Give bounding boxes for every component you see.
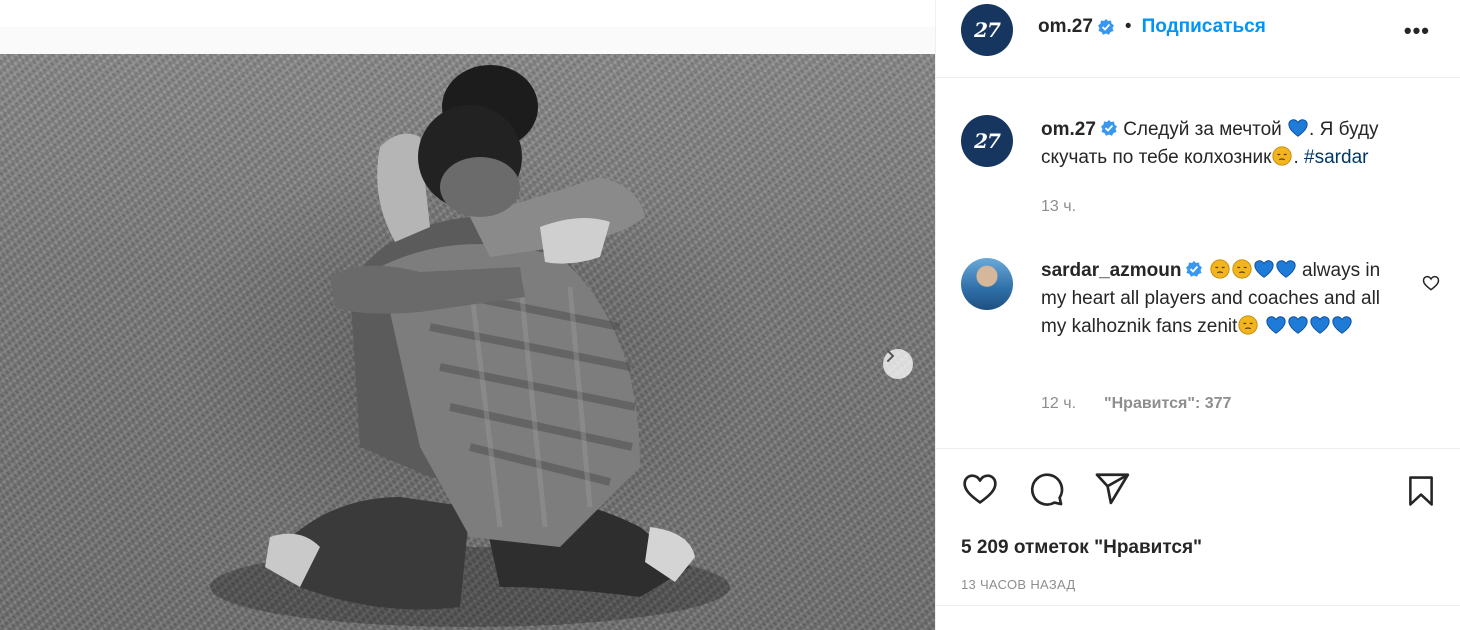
share-icon[interactable] (1093, 470, 1131, 508)
avatar[interactable] (961, 258, 1013, 310)
post-header: 27 om.27 • Подписаться ••• (936, 0, 1460, 78)
chevron-right-icon (887, 350, 895, 362)
blue-heart-emoji (1254, 260, 1274, 278)
avatar-logo-text: 27 (974, 129, 1001, 153)
comment-likes-link[interactable]: "Нравится": 377 (1104, 395, 1231, 413)
heart-icon[interactable] (961, 470, 999, 508)
comment-username[interactable]: sardar_azmoun (1041, 260, 1181, 281)
pensive-face-emoji (1232, 259, 1252, 279)
bookmark-icon[interactable] (1404, 472, 1438, 510)
blue-heart-emoji (1266, 316, 1286, 334)
pensive-face-emoji (1272, 146, 1293, 166)
verified-badge-icon (1097, 19, 1114, 35)
caption-username[interactable]: om.27 (1041, 119, 1096, 140)
follow-button[interactable]: Подписаться (1142, 16, 1266, 38)
blue-heart-emoji (1288, 316, 1308, 334)
more-options-button[interactable]: ••• (1404, 18, 1430, 44)
header-user-line: om.27 • Подписаться (1038, 16, 1266, 38)
photo-top-strip (0, 27, 935, 54)
separator-bullet: • (1124, 16, 1132, 37)
comment-timestamp[interactable]: 12 ч. (1041, 395, 1076, 413)
post-photo (0, 27, 935, 630)
comment-icon[interactable] (1027, 470, 1065, 508)
caption-text-part: . (1293, 147, 1305, 168)
blue-heart-emoji (1310, 316, 1330, 334)
hashtag-link[interactable]: #sardar (1304, 147, 1368, 168)
avatar[interactable]: 27 (961, 115, 1013, 167)
caption-text-part: Следуй за мечтой (1123, 119, 1282, 140)
avatar[interactable]: 27 (961, 4, 1013, 56)
photo-illustration (210, 65, 730, 627)
blue-heart-emoji (1332, 316, 1352, 334)
comment-text: sardar_azmoun always in my heart all pla… (1041, 257, 1401, 341)
blue-heart-emoji (1276, 260, 1296, 278)
pensive-face-emoji (1238, 315, 1259, 335)
caption-timestamp[interactable]: 13 ч. (1041, 198, 1076, 216)
pensive-face-emoji (1210, 259, 1230, 279)
heart-icon[interactable] (1421, 273, 1441, 293)
divider (936, 605, 1460, 606)
post-side-panel: 27 om.27 • Подписаться ••• 27 om.27 След… (935, 0, 1460, 630)
verified-badge-icon (1100, 120, 1117, 136)
likes-count-link[interactable]: 5 209 отметок "Нравится" (961, 537, 1202, 559)
caption-text: om.27 Следуй за мечтой . Я буду скучать … (1041, 116, 1431, 172)
action-bar (961, 470, 1131, 508)
carousel-next-button[interactable] (883, 349, 913, 379)
username-link[interactable]: om.27 (1038, 16, 1093, 38)
verified-badge-icon (1186, 261, 1203, 277)
avatar-logo-text: 27 (974, 18, 1001, 42)
blue-heart-emoji (1288, 119, 1308, 137)
post-timestamp[interactable]: 13 ЧАСОВ НАЗАД (961, 577, 1076, 592)
comment-meta: 12 ч. "Нравится": 377 (1041, 395, 1231, 413)
divider (936, 448, 1460, 449)
